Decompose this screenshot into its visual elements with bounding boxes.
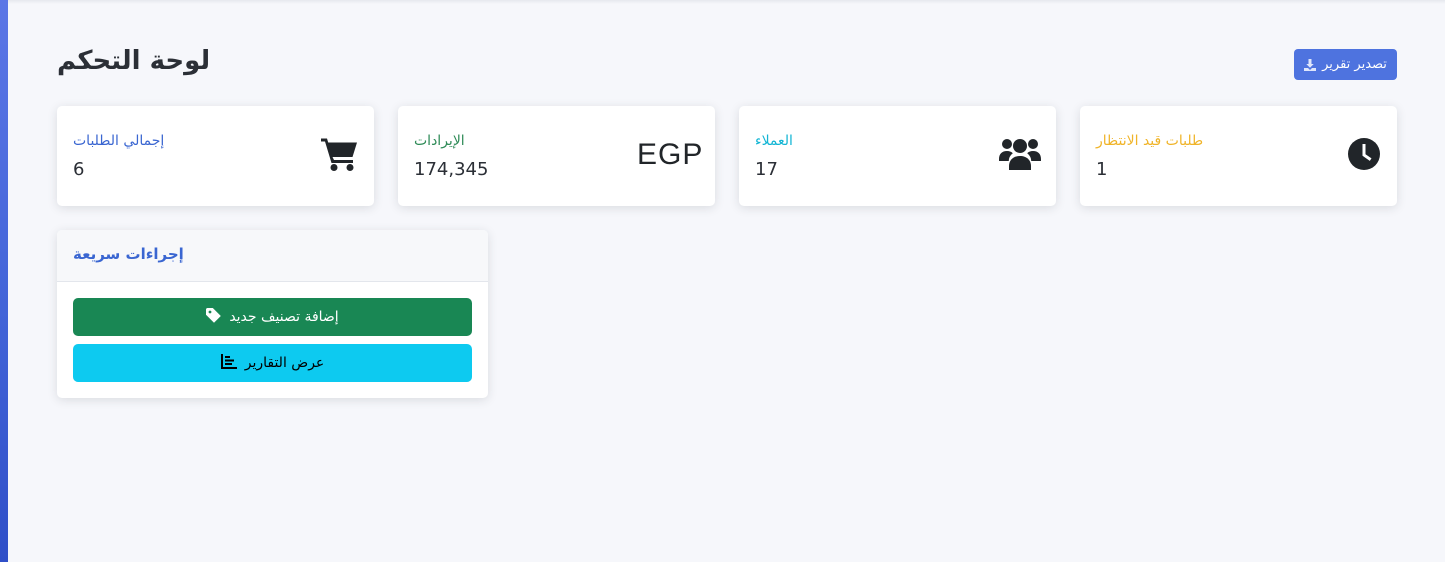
stat-value: 174,345 bbox=[414, 159, 489, 180]
sidebar-edge bbox=[0, 0, 8, 562]
stat-label: طلبات قيد الانتظار bbox=[1096, 133, 1204, 149]
chart-bar-icon bbox=[220, 353, 237, 373]
stat-card-total-orders: إجمالي الطلبات 6 bbox=[57, 106, 374, 206]
add-category-button[interactable]: إضافة تصنيف جديد bbox=[73, 298, 472, 336]
view-reports-label: عرض التقارير bbox=[244, 355, 325, 371]
export-report-button[interactable]: تصدير تقرير bbox=[1294, 49, 1397, 80]
quick-actions-header: إجراءات سريعة bbox=[57, 230, 488, 282]
cart-icon bbox=[321, 136, 359, 172]
quick-actions-title: إجراءات سريعة bbox=[73, 245, 184, 263]
clock-icon bbox=[1347, 137, 1381, 171]
topbar bbox=[8, 0, 1445, 4]
users-icon bbox=[999, 136, 1041, 170]
stat-value: 17 bbox=[755, 159, 778, 180]
stat-value: 6 bbox=[73, 159, 85, 180]
export-report-label: تصدير تقرير bbox=[1322, 57, 1387, 72]
view-reports-button[interactable]: عرض التقارير bbox=[73, 344, 472, 382]
stat-card-pending-orders: طلبات قيد الانتظار 1 bbox=[1080, 106, 1397, 206]
tag-icon bbox=[206, 307, 222, 327]
quick-actions-card: إجراءات سريعة إضافة تصنيف جديد عرض التقا… bbox=[57, 230, 488, 398]
stat-label: إجمالي الطلبات bbox=[73, 133, 165, 149]
stat-label: الإيرادات bbox=[414, 133, 465, 149]
currency-icon: EGP bbox=[637, 138, 704, 171]
stat-card-revenue: الإيرادات 174,345 EGP bbox=[398, 106, 715, 206]
stat-label: العملاء bbox=[755, 133, 793, 149]
page-title: لوحة التحكم bbox=[57, 46, 211, 76]
stat-value: 1 bbox=[1096, 159, 1108, 180]
add-category-label: إضافة تصنيف جديد bbox=[229, 309, 339, 325]
download-icon bbox=[1304, 58, 1317, 71]
stat-card-customers: العملاء 17 bbox=[739, 106, 1056, 206]
